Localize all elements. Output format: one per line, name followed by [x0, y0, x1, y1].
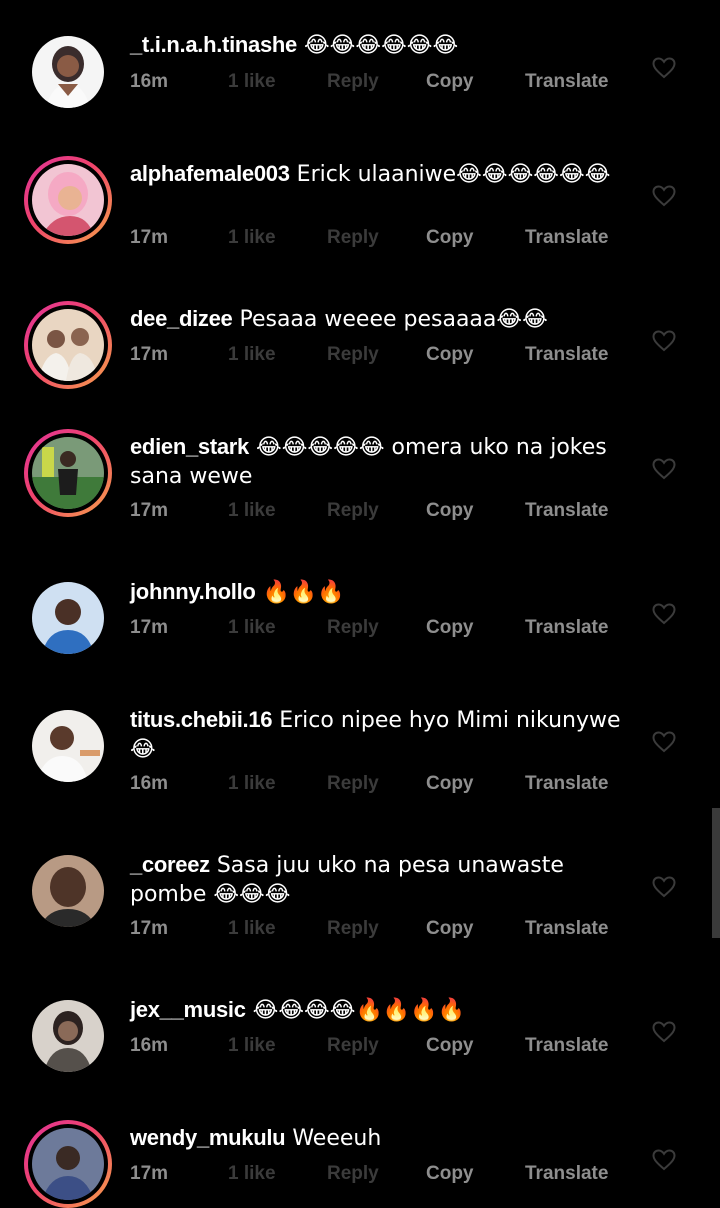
comment-likes[interactable]: 1 like — [228, 1035, 276, 1057]
comment-likes[interactable]: 1 like — [228, 617, 276, 639]
avatar-image — [32, 437, 104, 509]
avatar-image — [32, 855, 104, 927]
comment-likes[interactable]: 1 like — [228, 500, 276, 522]
comment-body: 😂😂😂😂🔥🔥🔥🔥 — [245, 998, 466, 1023]
avatar[interactable] — [32, 582, 104, 654]
reply-button[interactable]: Reply — [327, 773, 379, 795]
copy-button[interactable]: Copy — [426, 1163, 474, 1185]
translate-button[interactable]: Translate — [525, 344, 608, 366]
translate-button[interactable]: Translate — [525, 227, 608, 249]
heart-icon[interactable] — [652, 731, 676, 753]
translate-button[interactable]: Translate — [525, 617, 608, 639]
heart-icon[interactable] — [652, 458, 676, 480]
avatar-image — [32, 710, 104, 782]
translate-button[interactable]: Translate — [525, 1035, 608, 1057]
comment-text: wendy_mukulu Weeeuh — [130, 1124, 630, 1153]
comment-body: Erick ulaaniwe😂😂😂😂😂😂 — [289, 162, 611, 187]
comment-likes[interactable]: 1 like — [228, 1163, 276, 1185]
comment-username[interactable]: _t.i.n.a.h.tinashe — [130, 32, 297, 57]
copy-button[interactable]: Copy — [426, 773, 474, 795]
reply-button[interactable]: Reply — [327, 1035, 379, 1057]
comment-text: edien_stark 😂😂😂😂😂 omera uko na jokes san… — [130, 433, 630, 491]
reply-button[interactable]: Reply — [327, 344, 379, 366]
comment-time: 17m — [130, 1163, 169, 1184]
copy-button[interactable]: Copy — [426, 500, 474, 522]
translate-button[interactable]: Translate — [525, 918, 608, 940]
comment-time: 16m — [130, 773, 169, 794]
comment-username[interactable]: wendy_mukulu — [130, 1125, 286, 1150]
comment-text: alphafemale003 Erick ulaaniwe😂😂😂😂😂😂 — [130, 160, 630, 189]
comment-text: _t.i.n.a.h.tinashe 😂😂😂😂😂😂 — [130, 31, 630, 60]
comment-time: 17m — [130, 227, 169, 248]
avatar-image — [32, 309, 104, 381]
reply-button[interactable]: Reply — [327, 227, 379, 249]
copy-button[interactable]: Copy — [426, 227, 474, 249]
comment-time: 16m — [130, 1035, 169, 1056]
avatar-image — [32, 164, 104, 236]
avatar[interactable] — [32, 36, 104, 108]
avatar[interactable] — [32, 1000, 104, 1072]
avatar-image — [32, 1000, 104, 1072]
avatar-story-ring[interactable] — [24, 429, 112, 517]
comment-username[interactable]: johnny.hollo — [130, 579, 256, 604]
translate-button[interactable]: Translate — [525, 500, 608, 522]
avatar-story-ring[interactable] — [24, 156, 112, 244]
comment-likes[interactable]: 1 like — [228, 227, 276, 249]
comment-text: titus.chebii.16 Erico nipee hyo Mimi nik… — [130, 706, 630, 764]
translate-button[interactable]: Translate — [525, 1163, 608, 1185]
heart-icon[interactable] — [652, 330, 676, 352]
copy-button[interactable]: Copy — [426, 918, 474, 940]
comment-username[interactable]: alphafemale003 — [130, 161, 290, 186]
copy-button[interactable]: Copy — [426, 1035, 474, 1057]
comment-username[interactable]: _coreez — [130, 852, 210, 877]
comment-username[interactable]: edien_stark — [130, 434, 249, 459]
copy-button[interactable]: Copy — [426, 71, 474, 93]
comment-likes[interactable]: 1 like — [228, 344, 276, 366]
avatar-image — [32, 582, 104, 654]
comment-body: Weeeuh — [285, 1126, 382, 1151]
avatar-story-ring[interactable] — [24, 1120, 112, 1208]
comment-text: _coreez Sasa juu uko na pesa unawaste po… — [130, 851, 630, 909]
comment-likes[interactable]: 1 like — [228, 773, 276, 795]
comment-username[interactable]: jex__music — [130, 997, 246, 1022]
copy-button[interactable]: Copy — [426, 344, 474, 366]
heart-icon[interactable] — [652, 1149, 676, 1171]
comment-time: 17m — [130, 500, 169, 521]
comment-username[interactable]: dee_dizee — [130, 306, 233, 331]
translate-button[interactable]: Translate — [525, 71, 608, 93]
comment-text: dee_dizee Pesaaa weeee pesaaaa😂😂 — [130, 305, 630, 334]
comment-likes[interactable]: 1 like — [228, 71, 276, 93]
comment-time: 17m — [130, 344, 169, 365]
comment-text: jex__music 😂😂😂😂🔥🔥🔥🔥 — [130, 996, 630, 1025]
reply-button[interactable]: Reply — [327, 500, 379, 522]
heart-icon[interactable] — [652, 185, 676, 207]
comment-body: 🔥🔥🔥 — [255, 580, 345, 605]
comment-text: johnny.hollo 🔥🔥🔥 — [130, 578, 630, 607]
avatar[interactable] — [32, 710, 104, 782]
scrollbar[interactable] — [712, 808, 720, 938]
avatar-story-ring[interactable] — [24, 301, 112, 389]
reply-button[interactable]: Reply — [327, 918, 379, 940]
reply-button[interactable]: Reply — [327, 617, 379, 639]
reply-button[interactable]: Reply — [327, 1163, 379, 1185]
comment-likes[interactable]: 1 like — [228, 918, 276, 940]
comment-body: 😂😂😂😂😂😂 — [296, 33, 459, 58]
copy-button[interactable]: Copy — [426, 617, 474, 639]
heart-icon[interactable] — [652, 603, 676, 625]
avatar[interactable] — [32, 855, 104, 927]
reply-button[interactable]: Reply — [327, 71, 379, 93]
comment-time: 16m — [130, 71, 169, 92]
avatar-image — [32, 1128, 104, 1200]
comment-time: 17m — [130, 617, 169, 638]
heart-icon[interactable] — [652, 57, 676, 79]
comment-username[interactable]: titus.chebii.16 — [130, 707, 273, 732]
avatar-image — [32, 36, 104, 108]
comment-time: 17m — [130, 918, 169, 939]
comment-body: Pesaaa weeee pesaaaa😂😂 — [232, 307, 548, 332]
heart-icon[interactable] — [652, 876, 676, 898]
translate-button[interactable]: Translate — [525, 773, 608, 795]
heart-icon[interactable] — [652, 1021, 676, 1043]
